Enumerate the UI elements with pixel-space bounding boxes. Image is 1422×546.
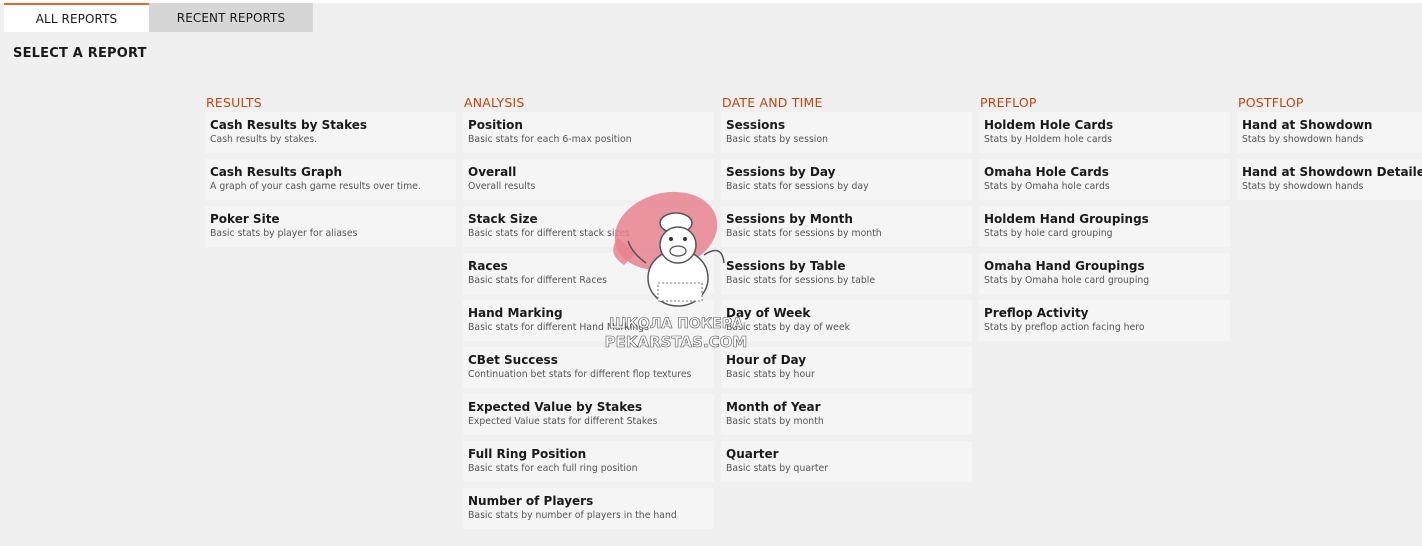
column-title: ANALYSIS — [464, 95, 525, 110]
report-description: Basic stats by player for aliases — [210, 228, 358, 239]
report-card-hand-at-showdown[interactable]: Hand at Showdown Stats by showdown hands — [1237, 112, 1422, 153]
page-title: SELECT A REPORT — [13, 46, 147, 61]
report-description: Basic stats by quarter — [726, 463, 829, 474]
report-title: Number of Players — [468, 494, 594, 508]
report-title: Day of Week — [726, 306, 811, 320]
report-description: Cash results by stakes. — [210, 134, 318, 145]
report-title: Cash Results by Stakes — [210, 118, 368, 132]
report-column-results: RESULTS Cash Results by Stakes Cash result… — [205, 95, 456, 253]
column-title: RESULTS — [206, 95, 262, 110]
report-card-number-of-players[interactable]: Number of Players Basic stats by number o… — [463, 488, 714, 529]
report-description: Stats by preflop action facing hero — [984, 322, 1145, 333]
report-description: Continuation bet stats for different flo… — [468, 369, 692, 380]
report-card-sessions-by-month[interactable]: Sessions by Month Basic stats for session… — [721, 206, 972, 247]
column-title: POSTFLOP — [1238, 95, 1304, 110]
report-description: Stats by Omaha hole cards — [984, 181, 1110, 192]
report-title: Cash Results Graph — [210, 165, 342, 179]
report-description: Basic stats by session — [726, 134, 828, 145]
report-card-cash-results-by-stakes[interactable]: Cash Results by Stakes Cash results by st… — [205, 112, 456, 153]
report-card-poker-site[interactable]: Poker Site Basic stats by player for alia… — [205, 206, 456, 247]
report-description: Basic stats for sessions by month — [726, 228, 882, 239]
report-title: Month of Year — [726, 400, 821, 414]
report-title: Omaha Hole Cards — [984, 165, 1109, 179]
report-description: Basic stats by number of players in the … — [468, 510, 677, 521]
report-description: Expected Value stats for different Stake… — [468, 416, 658, 427]
report-card-cbet-success[interactable]: CBet Success Continuation bet stats for d… — [463, 347, 714, 388]
report-card-holdem-hole-cards[interactable]: Holdem Hole Cards Stats by Holdem hole ca… — [979, 112, 1230, 153]
report-title: Omaha Hand Groupings — [984, 259, 1145, 273]
report-title: Hand at Showdown Detailed — [1242, 165, 1422, 179]
report-title: Hour of Day — [726, 353, 807, 367]
report-card-hand-marking[interactable]: Hand Marking Basic stats for different Ha… — [463, 300, 714, 341]
report-title: Position — [468, 118, 523, 132]
report-card-races[interactable]: Races Basic stats for different Races — [463, 253, 714, 294]
report-title: Sessions by Day — [726, 165, 836, 179]
report-title: Holdem Hole Cards — [984, 118, 1114, 132]
report-description: Stats by showdown hands — [1242, 181, 1364, 192]
report-title: Races — [468, 259, 508, 273]
report-title: Quarter — [726, 447, 779, 461]
report-card-hand-at-showdown-detailed[interactable]: Hand at Showdown Detailed Stats by showdo… — [1237, 159, 1422, 200]
report-card-position[interactable]: Position Basic stats for each 6-max posit… — [463, 112, 714, 153]
report-title: Preflop Activity — [984, 306, 1089, 320]
tab-all-reports[interactable]: ALL REPORTS — [4, 3, 149, 32]
report-card-month-of-year[interactable]: Month of Year Basic stats by month — [721, 394, 972, 435]
report-column-date-and-time: DATE AND TIME Sessions Basic stats by sess… — [721, 95, 972, 488]
report-description: Overall results — [468, 181, 536, 192]
report-description: Basic stats for different Races — [468, 275, 608, 286]
report-card-hour-of-day[interactable]: Hour of Day Basic stats by hour — [721, 347, 972, 388]
report-title: CBet Success — [468, 353, 558, 367]
report-description: Stats by Omaha hole card grouping — [984, 275, 1150, 286]
column-title: PREFLOP — [980, 95, 1037, 110]
report-description: Basic stats for each full ring position — [468, 463, 638, 474]
report-description: Basic stats for different Hand Markings — [468, 322, 649, 333]
report-description: Basic stats for sessions by day — [726, 181, 869, 192]
report-title: Sessions by Month — [726, 212, 853, 226]
report-description: Basic stats for different stack sizes — [468, 228, 630, 239]
column-title: DATE AND TIME — [722, 95, 823, 110]
report-description: A graph of your cash game results over t… — [210, 181, 421, 192]
report-card-overall[interactable]: Overall Overall results — [463, 159, 714, 200]
report-card-sessions[interactable]: Sessions Basic stats by session — [721, 112, 972, 153]
report-column-analysis: ANALYSIS Position Basic stats for each 6-m… — [463, 95, 714, 535]
report-card-quarter[interactable]: Quarter Basic stats by quarter — [721, 441, 972, 482]
report-card-omaha-hand-groupings[interactable]: Omaha Hand Groupings Stats by Omaha hole … — [979, 253, 1230, 294]
report-card-expected-value-by-stakes[interactable]: Expected Value by Stakes Expected Value s… — [463, 394, 714, 435]
report-title: Poker Site — [210, 212, 280, 226]
report-description: Basic stats by hour — [726, 369, 815, 380]
report-card-sessions-by-day[interactable]: Sessions by Day Basic stats for sessions … — [721, 159, 972, 200]
report-card-holdem-hand-groupings[interactable]: Holdem Hand Groupings Stats by hole card … — [979, 206, 1230, 247]
report-card-preflop-activity[interactable]: Preflop Activity Stats by preflop action … — [979, 300, 1230, 341]
report-title: Overall — [468, 165, 517, 179]
report-column-preflop: PREFLOP Holdem Hole Cards Stats by Holdem … — [979, 95, 1230, 347]
report-description: Stats by showdown hands — [1242, 134, 1364, 145]
report-tabs: ALL REPORTS RECENT REPORTS — [4, 3, 313, 32]
report-title: Hand at Showdown — [1242, 118, 1373, 132]
report-card-cash-results-graph[interactable]: Cash Results Graph A graph of your cash g… — [205, 159, 456, 200]
report-title: Sessions by Table — [726, 259, 846, 273]
report-description: Basic stats for each 6-max position — [468, 134, 632, 145]
report-card-stack-size[interactable]: Stack Size Basic stats for different stac… — [463, 206, 714, 247]
report-description: Basic stats for sessions by table — [726, 275, 876, 286]
report-card-full-ring-position[interactable]: Full Ring Position Basic stats for each f… — [463, 441, 714, 482]
report-title: Stack Size — [468, 212, 538, 226]
tab-recent-reports[interactable]: RECENT REPORTS — [149, 3, 313, 32]
report-card-omaha-hole-cards[interactable]: Omaha Hole Cards Stats by Omaha hole card… — [979, 159, 1230, 200]
report-title: Full Ring Position — [468, 447, 587, 461]
report-description: Stats by hole card grouping — [984, 228, 1113, 239]
report-title: Holdem Hand Groupings — [984, 212, 1149, 226]
report-card-sessions-by-table[interactable]: Sessions by Table Basic stats for session… — [721, 253, 972, 294]
report-title: Hand Marking — [468, 306, 563, 320]
report-title: Sessions — [726, 118, 786, 132]
report-card-day-of-week[interactable]: Day of Week Basic stats by day of week — [721, 300, 972, 341]
report-description: Basic stats by month — [726, 416, 824, 427]
report-column-postflop: POSTFLOP Hand at Showdown Stats by showdow… — [1237, 95, 1422, 206]
report-title: Expected Value by Stakes — [468, 400, 643, 414]
report-description: Stats by Holdem hole cards — [984, 134, 1112, 145]
report-description: Basic stats by day of week — [726, 322, 850, 333]
